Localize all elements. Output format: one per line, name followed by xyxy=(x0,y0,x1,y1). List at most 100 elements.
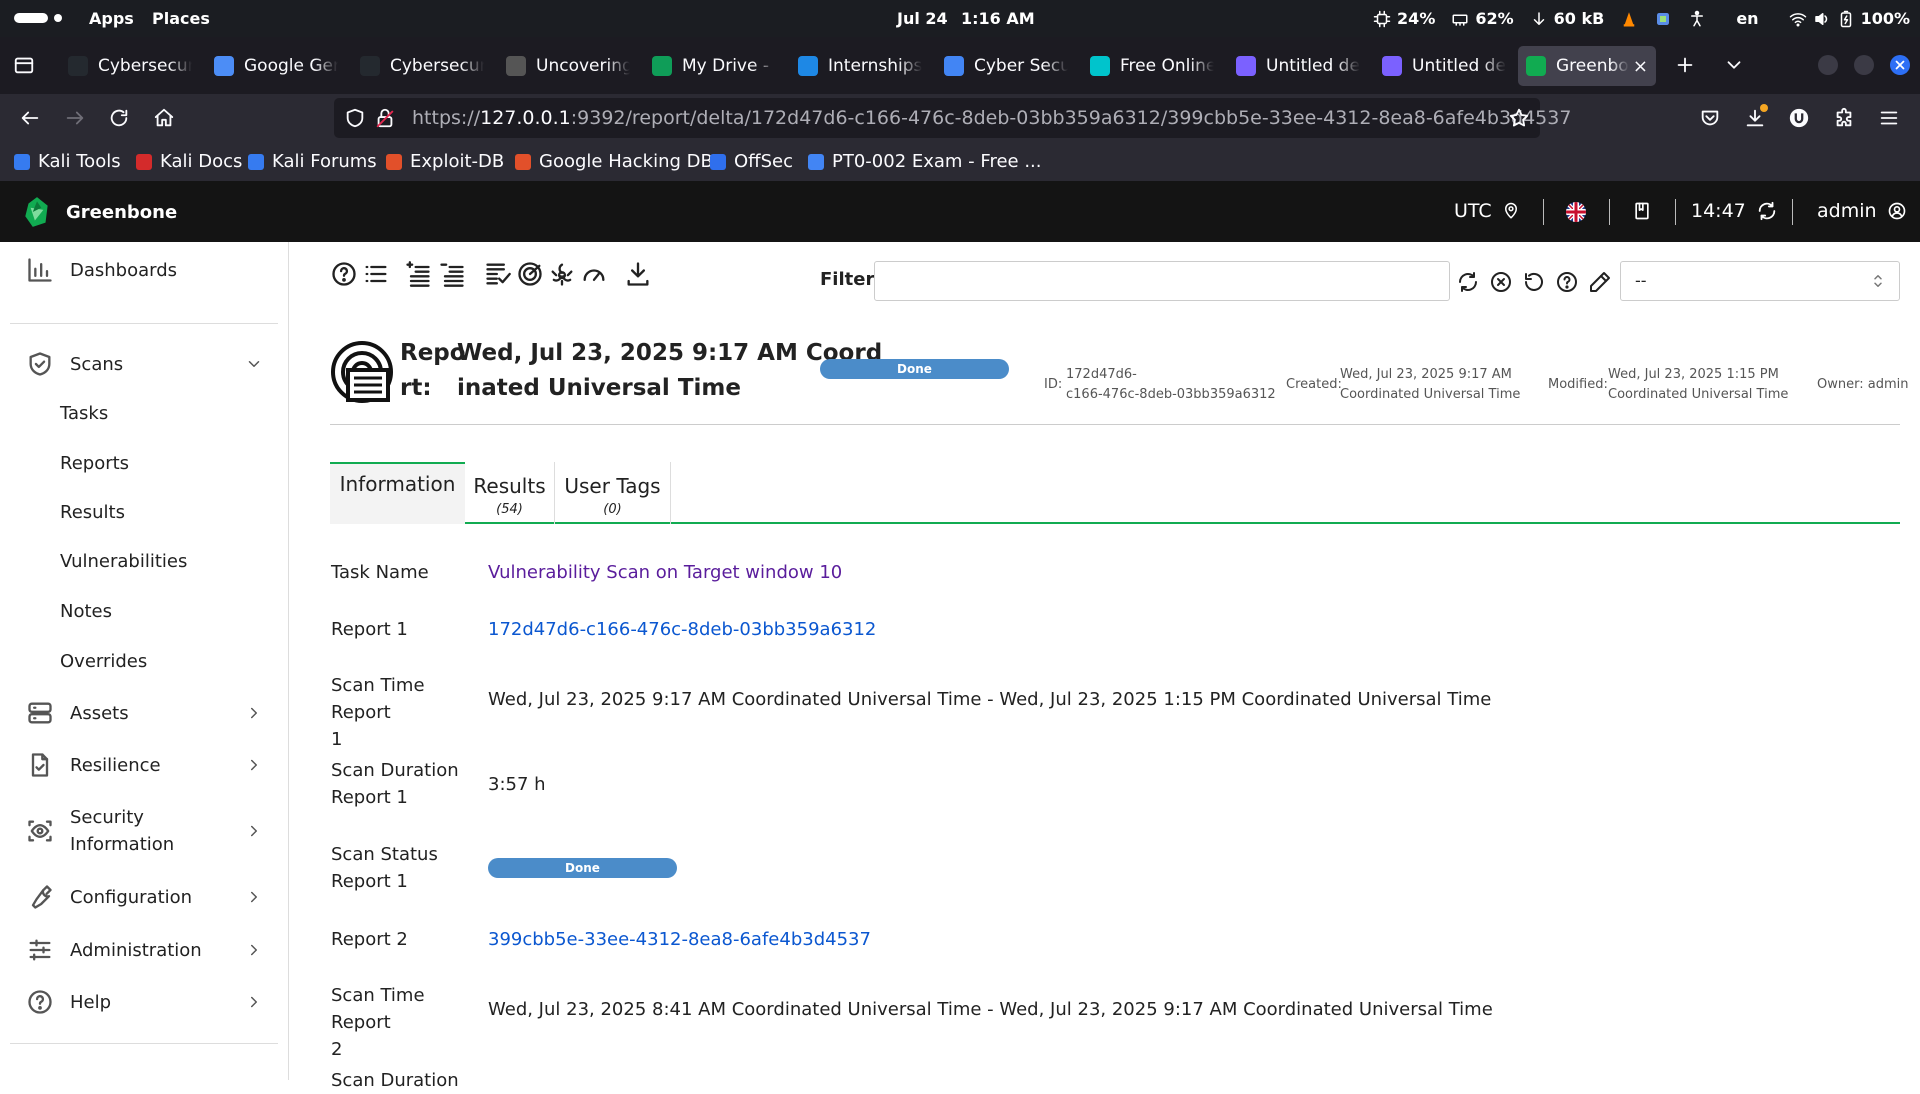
forward-button[interactable] xyxy=(58,101,92,135)
app-menu-button[interactable] xyxy=(1872,101,1906,135)
sidebar-item-resilience[interactable]: Resilience xyxy=(0,751,289,779)
remove-from-assets-icon[interactable] xyxy=(438,260,466,288)
maximize-window-button[interactable] xyxy=(1854,55,1874,75)
scan-duration-report2-label: Scan Duration xyxy=(331,1070,459,1091)
sidebar-item-vulnerabilities[interactable]: Vulnerabilities xyxy=(0,548,289,574)
browser-tab[interactable]: Cyber Secu xyxy=(936,46,1076,86)
accessibility-menu[interactable] xyxy=(1688,10,1706,28)
browser-tab[interactable]: Untitled de xyxy=(1374,46,1514,86)
sidebar-item-scans[interactable]: Scans xyxy=(0,350,289,378)
apps-menu[interactable]: Apps xyxy=(89,9,134,28)
sidebar-item-administration[interactable]: Administration xyxy=(0,936,289,964)
browser-tab[interactable]: Google Ger xyxy=(206,46,346,86)
edit-filter-icon[interactable] xyxy=(1588,270,1612,294)
bookmark-item[interactable]: OffSec xyxy=(710,151,793,172)
workspace-indicator[interactable] xyxy=(14,13,48,23)
list-all-tabs-button[interactable] xyxy=(1717,48,1751,82)
new-tab-button[interactable] xyxy=(1668,48,1702,82)
home-button[interactable] xyxy=(147,101,181,135)
url-bar[interactable]: https://127.0.0.1:9392/report/delta/172d… xyxy=(334,98,1571,138)
performance-gauge-icon[interactable] xyxy=(580,260,608,288)
download-report-icon[interactable] xyxy=(624,260,652,288)
tab-information[interactable]: Information xyxy=(330,462,465,524)
help-icon[interactable] xyxy=(330,260,358,288)
browser-tab[interactable]: Cybersecur xyxy=(352,46,492,86)
places-menu[interactable]: Places xyxy=(152,9,210,28)
report1-link[interactable]: 172d47d6-c166-476c-8deb-03bb359a6312 xyxy=(488,616,876,643)
close-tab-icon[interactable]: × xyxy=(1633,56,1648,77)
clock-date[interactable]: Jul 24 xyxy=(897,9,948,28)
bookmark-label: OffSec xyxy=(734,151,793,172)
sidebar-item-security-information[interactable]: Security Information xyxy=(0,804,289,858)
filter-help-icon[interactable] xyxy=(1555,270,1579,294)
memory-indicator[interactable]: 62% xyxy=(1451,9,1514,28)
sidebar-item-reports[interactable]: Reports xyxy=(0,450,289,476)
extensions-button[interactable] xyxy=(1827,101,1861,135)
manual-button[interactable] xyxy=(1632,201,1652,221)
tab-results[interactable]: Results (54) xyxy=(465,462,555,524)
browser-tab[interactable]: Uncovering xyxy=(498,46,638,86)
greenbone-logo-link[interactable]: Greenbone xyxy=(20,195,177,229)
task-name-link[interactable]: Vulnerability Scan on Target window 10 xyxy=(488,559,842,586)
tab-user-tags[interactable]: User Tags (0) xyxy=(555,462,671,524)
bookmark-label: Google Hacking DB xyxy=(539,151,713,172)
meta-owner: Owner: admin xyxy=(1817,377,1909,392)
sidebar-item-overrides[interactable]: Overrides xyxy=(0,648,289,674)
browser-tab[interactable]: Free Online xyxy=(1082,46,1222,86)
task-list-icon[interactable] xyxy=(484,260,512,288)
downloads-button[interactable] xyxy=(1738,101,1772,135)
refresh-filter-icon[interactable] xyxy=(1456,270,1480,294)
bookmark-item[interactable]: Exploit-DB xyxy=(386,151,504,172)
bookmark-item[interactable]: Kali Docs xyxy=(136,151,242,172)
sidebar-item-notes[interactable]: Notes xyxy=(0,598,289,624)
biohazard-icon[interactable] xyxy=(548,260,576,288)
sidebar-item-dashboards[interactable]: Dashboards xyxy=(0,256,289,284)
pocket-button[interactable] xyxy=(1693,101,1727,135)
filter-input[interactable] xyxy=(874,261,1450,301)
sidebar-item-assets[interactable]: Assets xyxy=(0,699,289,727)
workspace-dot[interactable] xyxy=(54,14,62,22)
browser-tab[interactable]: Internships xyxy=(790,46,930,86)
sidebar-item-help[interactable]: Help xyxy=(0,988,289,1016)
report2-link[interactable]: 399cbb5e-33ee-4312-8ea8-6afe4b3d4537 xyxy=(488,926,871,953)
add-to-assets-icon[interactable] xyxy=(404,260,432,288)
bookmark-item[interactable]: PT0-002 Exam - Free ... xyxy=(808,151,1042,172)
user-menu[interactable]: admin xyxy=(1817,200,1907,222)
network-speed-indicator[interactable]: 60 kB xyxy=(1530,9,1604,28)
sidebar-item-results[interactable]: Results xyxy=(0,499,289,525)
vlc-tray[interactable] xyxy=(1620,10,1638,28)
bookmark-item[interactable]: Kali Forums xyxy=(248,151,377,172)
keyboard-language[interactable]: en xyxy=(1722,9,1772,28)
clear-filter-icon[interactable] xyxy=(1489,270,1513,294)
clock-time[interactable]: 1:16 AM xyxy=(961,9,1035,28)
url-text[interactable]: https://127.0.0.1:9392/report/delta/172d… xyxy=(412,107,1571,129)
browser-tab[interactable]: Cybersecur xyxy=(60,46,200,86)
browser-tab[interactable]: My Drive - ( xyxy=(644,46,784,86)
close-window-button[interactable] xyxy=(1890,55,1910,75)
bookmark-star-icon[interactable] xyxy=(1508,107,1530,129)
browser-tab[interactable]: Greenbo × xyxy=(1518,46,1656,86)
sidebar-item-configuration[interactable]: Configuration xyxy=(0,883,289,911)
tab-title: Cybersecur xyxy=(390,56,484,76)
system-status-area[interactable]: 100% xyxy=(1789,9,1910,28)
scan-target-icon[interactable] xyxy=(516,260,544,288)
scan-time-report2-value: Wed, Jul 23, 2025 8:41 AM Coordinated Un… xyxy=(488,999,1493,1020)
reload-button[interactable] xyxy=(102,101,136,135)
extension-ublock-button[interactable] xyxy=(1782,101,1816,135)
bookmark-item[interactable]: Google Hacking DB xyxy=(515,151,713,172)
sidebar-item-tasks[interactable]: Tasks xyxy=(0,400,289,426)
minimize-window-button[interactable] xyxy=(1818,55,1838,75)
back-button[interactable] xyxy=(13,101,47,135)
cpu-indicator[interactable]: 24% xyxy=(1373,9,1435,28)
bookmark-item[interactable]: Kali Tools xyxy=(14,151,121,172)
filter-select[interactable]: -- xyxy=(1620,261,1900,301)
firefox-view-button[interactable] xyxy=(7,48,41,82)
report1-label: Report 1 xyxy=(331,619,408,640)
app-tray[interactable] xyxy=(1654,10,1672,28)
browser-tab[interactable]: Untitled de xyxy=(1228,46,1368,86)
list-icon[interactable] xyxy=(362,260,390,288)
language-flag-button[interactable] xyxy=(1566,202,1586,222)
reset-filter-icon[interactable] xyxy=(1522,270,1546,294)
timezone-indicator[interactable]: UTC xyxy=(1454,200,1520,222)
session-timer[interactable]: 14:47 xyxy=(1691,200,1778,222)
